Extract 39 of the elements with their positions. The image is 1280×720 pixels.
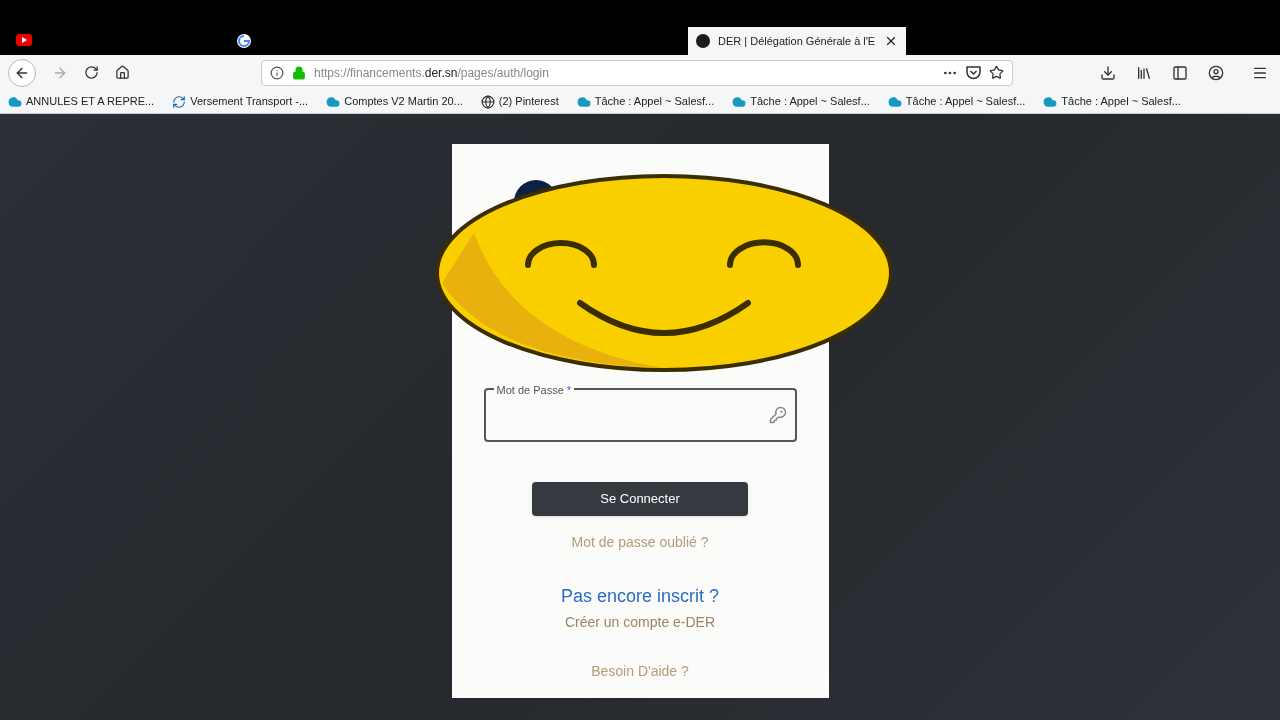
url-text: https://financements.der.sn/pages/auth/login [314,64,549,82]
cloud-icon [1043,94,1058,109]
sidebar-icon[interactable] [1172,64,1188,81]
home-icon[interactable] [115,65,130,80]
signup-heading: Pas encore inscrit ? [560,585,720,608]
cloud-icon [887,94,902,109]
bookmark[interactable]: Versement Transport -... [172,93,309,110]
bookmark[interactable]: Tâche : Appel ~ Salesf... [887,93,1026,110]
back-button[interactable] [8,58,36,87]
signup-link[interactable]: Créer un compte e-DER [564,612,716,633]
login-button[interactable]: Se Connecter [532,482,748,516]
letter-g-icon [236,33,252,49]
bookmark[interactable]: (2) Pinterest [480,93,559,110]
bookmark[interactable]: Tâche : Appel ~ Salesf... [576,93,715,110]
download-icon[interactable] [1100,64,1116,81]
globe-icon [480,94,495,109]
bookmark[interactable]: Tâche : Appel ~ Salesf... [1043,93,1181,110]
tab-title: DER | Délégation Générale à l'E [718,33,876,49]
cloud-icon [8,94,22,109]
star-icon[interactable] [989,65,1004,80]
key-icon [768,406,787,424]
video-icon [16,34,32,46]
cloud-icon [576,94,591,109]
bookmark[interactable]: Comptes V2 Martin 20... [326,93,463,110]
info-icon [270,65,284,80]
bookmark[interactable]: Tâche : Appel ~ Salesf... [732,93,870,110]
browser-tab[interactable]: DER | Délégation Générale à l'E [688,27,906,55]
library-icon[interactable] [1136,64,1152,81]
lock-icon [292,65,306,80]
page-icon [696,34,710,48]
pocket-icon[interactable] [966,65,981,80]
close-icon[interactable] [884,34,898,48]
sync-icon [172,94,187,109]
reload-icon[interactable] [84,65,99,80]
address-bar[interactable]: https://financements.der.sn/pages/auth/login [261,59,1013,86]
account-icon[interactable] [1208,64,1224,81]
bookmark[interactable]: ANNULES ET A REPRE... [8,93,155,110]
cloud-icon [732,94,747,109]
cloud-icon [326,94,341,109]
